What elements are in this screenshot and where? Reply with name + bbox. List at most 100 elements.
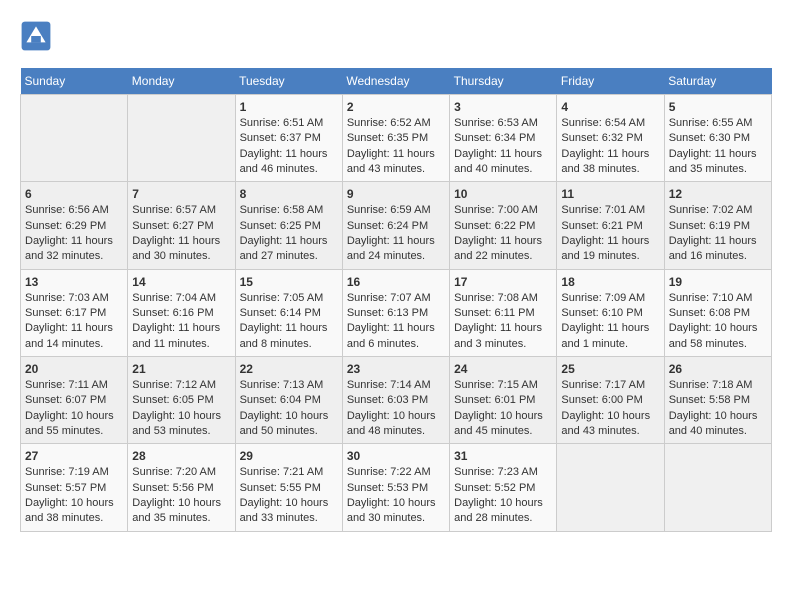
day-info: Sunset: 5:56 PM <box>132 481 230 496</box>
day-number: 7 <box>132 186 230 203</box>
day-info: Sunset: 6:07 PM <box>25 393 123 408</box>
logo-icon <box>20 20 52 52</box>
day-info: Sunset: 6:04 PM <box>240 393 338 408</box>
day-info: Daylight: 11 hours and 1 minute. <box>561 321 659 352</box>
day-info: Daylight: 10 hours and 45 minutes. <box>454 409 552 440</box>
day-info: Sunset: 6:29 PM <box>25 219 123 234</box>
calendar-cell: 12Sunrise: 7:02 AMSunset: 6:19 PMDayligh… <box>664 182 771 269</box>
calendar-cell: 2Sunrise: 6:52 AMSunset: 6:35 PMDaylight… <box>342 95 449 182</box>
day-number: 26 <box>669 361 767 378</box>
day-info: Sunrise: 6:53 AM <box>454 116 552 131</box>
day-number: 19 <box>669 274 767 291</box>
day-info: Sunrise: 6:56 AM <box>25 203 123 218</box>
calendar-cell <box>128 95 235 182</box>
calendar-cell: 28Sunrise: 7:20 AMSunset: 5:56 PMDayligh… <box>128 444 235 531</box>
calendar-cell: 27Sunrise: 7:19 AMSunset: 5:57 PMDayligh… <box>21 444 128 531</box>
day-info: Daylight: 11 hours and 14 minutes. <box>25 321 123 352</box>
day-number: 6 <box>25 186 123 203</box>
day-info: Sunset: 6:27 PM <box>132 219 230 234</box>
day-number: 27 <box>25 448 123 465</box>
calendar-cell: 25Sunrise: 7:17 AMSunset: 6:00 PMDayligh… <box>557 357 664 444</box>
day-info: Sunset: 6:16 PM <box>132 306 230 321</box>
day-number: 29 <box>240 448 338 465</box>
day-info: Sunset: 6:08 PM <box>669 306 767 321</box>
calendar-week-row: 1Sunrise: 6:51 AMSunset: 6:37 PMDaylight… <box>21 95 772 182</box>
day-info: Sunset: 6:35 PM <box>347 131 445 146</box>
calendar-week-row: 6Sunrise: 6:56 AMSunset: 6:29 PM Daylight… <box>21 182 772 269</box>
day-info: Sunrise: 7:21 AM <box>240 465 338 480</box>
calendar-cell: 8Sunrise: 6:58 AMSunset: 6:25 PMDaylight… <box>235 182 342 269</box>
day-number: 12 <box>669 186 767 203</box>
calendar-cell: 9Sunrise: 6:59 AMSunset: 6:24 PMDaylight… <box>342 182 449 269</box>
day-info: Sunrise: 7:23 AM <box>454 465 552 480</box>
calendar-cell: 6Sunrise: 6:56 AMSunset: 6:29 PMDaylight… <box>21 182 128 269</box>
day-info: Sunrise: 7:19 AM <box>25 465 123 480</box>
day-info: Sunrise: 7:02 AM <box>669 203 767 218</box>
day-info: Daylight: 11 hours and 38 minutes. <box>561 147 659 178</box>
day-info: Daylight: 11 hours and 43 minutes. <box>347 147 445 178</box>
day-info: Sunset: 6:00 PM <box>561 393 659 408</box>
calendar-cell: 29Sunrise: 7:21 AMSunset: 5:55 PMDayligh… <box>235 444 342 531</box>
weekday-header: Thursday <box>450 68 557 95</box>
calendar-cell: 18Sunrise: 7:09 AMSunset: 6:10 PMDayligh… <box>557 269 664 356</box>
calendar-cell: 4Sunrise: 6:54 AMSunset: 6:32 PMDaylight… <box>557 95 664 182</box>
day-info: Sunset: 6:03 PM <box>347 393 445 408</box>
day-number: 16 <box>347 274 445 291</box>
day-number: 9 <box>347 186 445 203</box>
weekday-header: Monday <box>128 68 235 95</box>
day-info: Sunset: 6:14 PM <box>240 306 338 321</box>
day-info: Sunrise: 6:52 AM <box>347 116 445 131</box>
day-info: Sunrise: 6:57 AM <box>132 203 230 218</box>
day-number: 3 <box>454 99 552 116</box>
day-info: Sunset: 6:05 PM <box>132 393 230 408</box>
day-info: Daylight: 11 hours and 8 minutes. <box>240 321 338 352</box>
day-info: Sunrise: 7:01 AM <box>561 203 659 218</box>
day-number: 18 <box>561 274 659 291</box>
day-info: Daylight: 11 hours and 3 minutes. <box>454 321 552 352</box>
calendar-cell: 14Sunrise: 7:04 AMSunset: 6:16 PMDayligh… <box>128 269 235 356</box>
day-info: Daylight: 11 hours and 24 minutes. <box>347 234 445 265</box>
day-number: 23 <box>347 361 445 378</box>
day-number: 20 <box>25 361 123 378</box>
day-info: Sunset: 6:37 PM <box>240 131 338 146</box>
page-header <box>20 20 772 52</box>
day-number: 21 <box>132 361 230 378</box>
day-info: Sunrise: 7:10 AM <box>669 291 767 306</box>
weekday-header-row: SundayMondayTuesdayWednesdayThursdayFrid… <box>21 68 772 95</box>
weekday-header: Sunday <box>21 68 128 95</box>
day-info: Sunset: 5:52 PM <box>454 481 552 496</box>
calendar-cell: 1Sunrise: 6:51 AMSunset: 6:37 PMDaylight… <box>235 95 342 182</box>
day-info: Daylight: 11 hours and 19 minutes. <box>561 234 659 265</box>
calendar-week-row: 27Sunrise: 7:19 AMSunset: 5:57 PMDayligh… <box>21 444 772 531</box>
day-number: 17 <box>454 274 552 291</box>
day-number: 25 <box>561 361 659 378</box>
day-info: Sunset: 6:01 PM <box>454 393 552 408</box>
day-number: 14 <box>132 274 230 291</box>
day-number: 8 <box>240 186 338 203</box>
day-info: Sunrise: 7:22 AM <box>347 465 445 480</box>
weekday-header: Saturday <box>664 68 771 95</box>
calendar-table: SundayMondayTuesdayWednesdayThursdayFrid… <box>20 68 772 532</box>
day-number: 4 <box>561 99 659 116</box>
calendar-cell: 21Sunrise: 7:12 AMSunset: 6:05 PMDayligh… <box>128 357 235 444</box>
day-info: Daylight: 10 hours and 48 minutes. <box>347 409 445 440</box>
day-info: Sunrise: 7:12 AM <box>132 378 230 393</box>
logo <box>20 20 56 52</box>
day-info: Sunset: 6:21 PM <box>561 219 659 234</box>
day-info: Daylight: 10 hours and 28 minutes. <box>454 496 552 527</box>
day-info: Sunset: 6:19 PM <box>669 219 767 234</box>
day-number: 28 <box>132 448 230 465</box>
day-info: Sunrise: 7:18 AM <box>669 378 767 393</box>
day-number: 22 <box>240 361 338 378</box>
day-number: 24 <box>454 361 552 378</box>
day-info: Sunset: 6:24 PM <box>347 219 445 234</box>
day-info: Sunset: 6:30 PM <box>669 131 767 146</box>
calendar-cell: 16Sunrise: 7:07 AMSunset: 6:13 PMDayligh… <box>342 269 449 356</box>
calendar-cell: 10Sunrise: 7:00 AMSunset: 6:22 PMDayligh… <box>450 182 557 269</box>
day-info: Daylight: 11 hours and 16 minutes. <box>669 234 767 265</box>
day-info: Daylight: 10 hours and 38 minutes. <box>25 496 123 527</box>
day-info: Sunset: 5:57 PM <box>25 481 123 496</box>
day-info: Sunrise: 7:17 AM <box>561 378 659 393</box>
day-info: Sunset: 6:22 PM <box>454 219 552 234</box>
day-number: 5 <box>669 99 767 116</box>
